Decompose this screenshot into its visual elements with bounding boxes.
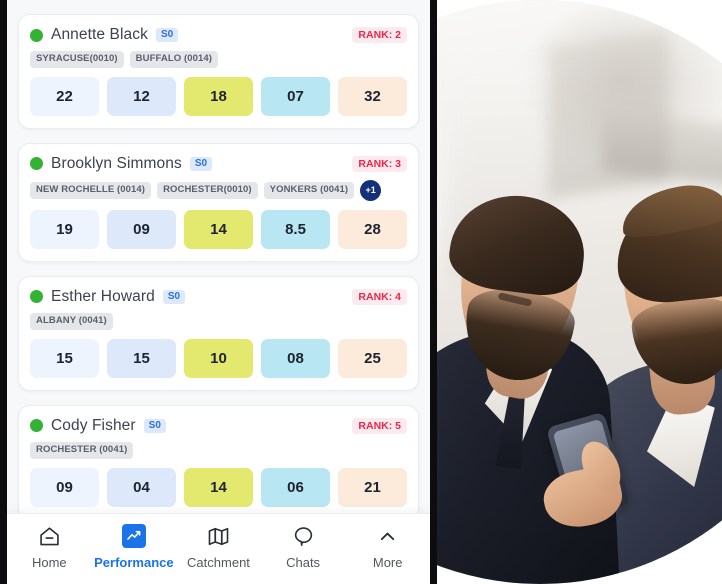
stats-row: 15 15 10 08 25 (30, 338, 407, 378)
map-icon (207, 524, 230, 548)
rank-badge: RANK: 2 (352, 26, 407, 44)
status-online-dot (30, 419, 43, 433)
status-online-dot (30, 157, 43, 171)
stats-row: 19 09 14 8.5 28 (30, 209, 407, 249)
chat-bubble-icon (292, 524, 315, 548)
location-tag[interactable]: BUFFALO (0014) (129, 51, 219, 68)
location-tag[interactable]: SYRACUSE(0010) (30, 51, 124, 68)
nav-label-catchment: Catchment (187, 555, 250, 570)
chevron-up-icon (377, 524, 398, 548)
performance-card-list[interactable]: Annette Black S0 RANK: 2 SYRACUSE(0010) … (7, 0, 430, 513)
mobile-app-screen: Annette Black S0 RANK: 2 SYRACUSE(0010) … (0, 0, 437, 584)
phone-frame-left-edge (0, 0, 7, 584)
stat-box[interactable]: 14 (184, 467, 253, 507)
stat-box[interactable]: 8.5 (261, 209, 330, 249)
stat-box[interactable]: 09 (30, 467, 99, 507)
stat-box[interactable]: 10 (184, 338, 253, 378)
stat-box[interactable]: 08 (261, 338, 330, 378)
bottom-navigation-bar: Home Performance Catchment Chats More (7, 513, 430, 584)
nav-item-catchment[interactable]: Catchment (178, 524, 258, 570)
card-header: Cody Fisher S0 RANK: 5 (30, 417, 407, 435)
stat-box[interactable]: 15 (30, 338, 99, 378)
photo-vignette (420, 0, 722, 584)
performance-card[interactable]: Esther Howard S0 RANK: 4 ALBANY (0041) 1… (18, 275, 419, 391)
location-tag-row: NEW ROCHELLE (0014) ROCHESTER(0010) YONK… (30, 179, 407, 201)
agent-name: Brooklyn Simmons (51, 154, 182, 172)
stat-box[interactable]: 25 (338, 338, 407, 378)
circular-photo-mask (420, 0, 722, 584)
stat-box[interactable]: 04 (107, 467, 176, 507)
stat-box[interactable]: 28 (338, 209, 407, 249)
agent-name: Cody Fisher (51, 416, 136, 434)
stats-row: 22 12 18 07 32 (30, 76, 407, 116)
status-online-dot (30, 28, 43, 42)
rank-badge: RANK: 5 (352, 417, 407, 435)
location-tag-row: SYRACUSE(0010) BUFFALO (0014) (30, 51, 407, 68)
card-header: Esther Howard S0 RANK: 4 (30, 288, 407, 306)
phone-frame-right-edge (430, 0, 437, 584)
nav-item-performance[interactable]: Performance (94, 524, 174, 570)
nav-item-more[interactable]: More (348, 524, 428, 570)
location-tag-row: ROCHESTER (0041) (30, 441, 407, 459)
rank-badge: RANK: 4 (352, 288, 407, 306)
stat-box[interactable]: 32 (338, 76, 407, 116)
hero-photo-panel (420, 0, 722, 584)
card-header: Annette Black S0 RANK: 2 (30, 26, 407, 44)
stat-box[interactable]: 09 (107, 209, 176, 249)
location-tag[interactable]: ROCHESTER (0041) (30, 441, 134, 459)
stat-box[interactable]: 18 (184, 76, 253, 116)
agent-name: Annette Black (51, 26, 148, 43)
stat-box[interactable]: 15 (107, 338, 176, 378)
card-header: Brooklyn Simmons S0 RANK: 3 (30, 155, 407, 173)
nav-label-performance: Performance (94, 555, 174, 570)
location-tag[interactable]: ALBANY (0041) (30, 312, 113, 330)
nav-item-chats[interactable]: Chats (263, 524, 343, 570)
nav-label-home: Home (31, 555, 67, 570)
stat-box[interactable]: 21 (338, 467, 407, 507)
stat-box[interactable]: 19 (30, 209, 99, 249)
location-tag-row: ALBANY (0041) (30, 312, 407, 330)
segment-badge: S0 (155, 28, 179, 42)
trending-up-icon (121, 524, 146, 548)
stats-row: 09 04 14 06 21 (30, 467, 407, 507)
performance-card[interactable]: Annette Black S0 RANK: 2 SYRACUSE(0010) … (18, 14, 419, 129)
status-online-dot (30, 290, 43, 304)
rank-badge: RANK: 3 (352, 155, 407, 173)
location-tag[interactable]: YONKERS (0041) (263, 181, 355, 199)
stat-box[interactable]: 07 (261, 76, 330, 116)
segment-badge: S0 (143, 418, 166, 433)
location-tag[interactable]: ROCHESTER(0010) (157, 181, 258, 199)
location-tag[interactable]: NEW ROCHELLE (0014) (30, 181, 152, 199)
nav-label-chats: Chats (286, 555, 321, 570)
stat-box[interactable]: 22 (30, 76, 99, 116)
segment-badge: S0 (189, 156, 213, 171)
nav-label-more: More (372, 555, 403, 570)
performance-card[interactable]: Cody Fisher S0 RANK: 5 ROCHESTER (0041) … (18, 404, 419, 513)
stat-box[interactable]: 14 (184, 209, 253, 249)
stat-box[interactable]: 12 (107, 76, 176, 116)
performance-card[interactable]: Brooklyn Simmons S0 RANK: 3 NEW ROCHELLE… (18, 142, 419, 262)
agent-name: Esther Howard (51, 287, 155, 305)
home-icon (38, 524, 61, 548)
segment-badge: S0 (162, 289, 186, 304)
nav-item-home[interactable]: Home (9, 524, 89, 570)
more-locations-badge[interactable]: +1 (360, 179, 382, 201)
stat-box[interactable]: 06 (261, 467, 330, 507)
